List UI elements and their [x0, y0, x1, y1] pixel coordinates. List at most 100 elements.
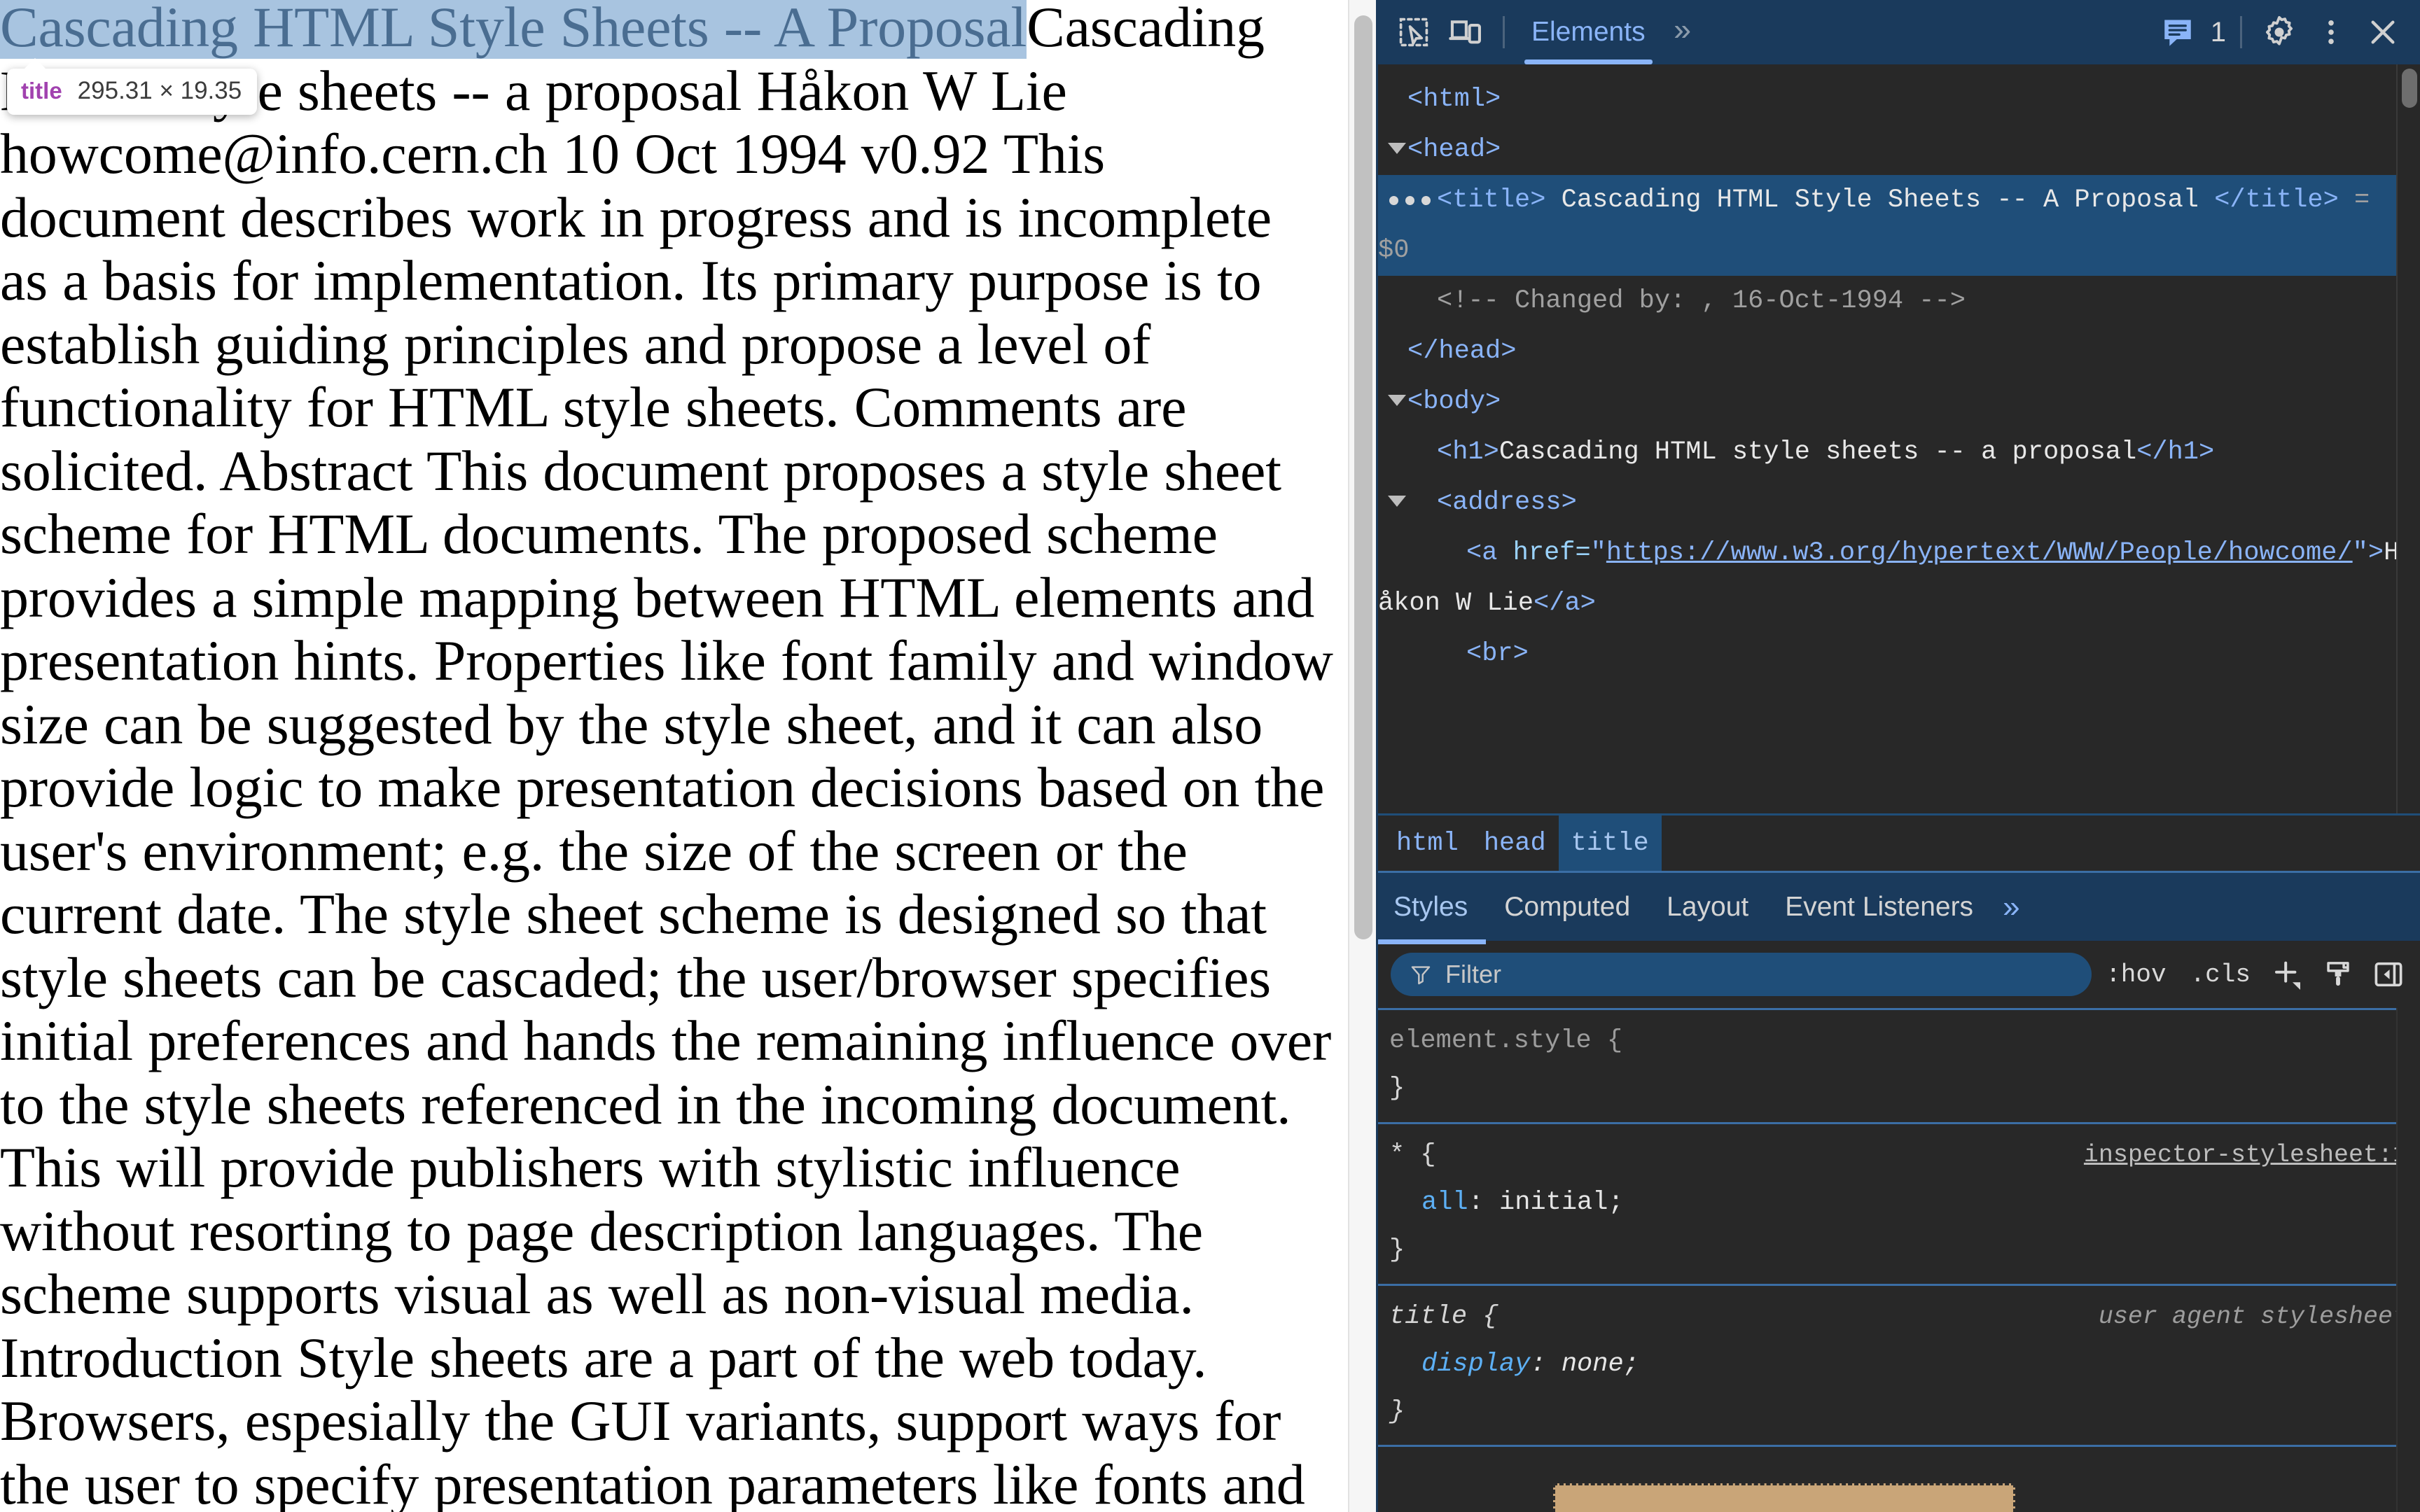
dom-token-tag: " — [1590, 538, 1606, 568]
screen: Cascading HTML Style Sheets -- A Proposa… — [0, 0, 2420, 1512]
dom-node-br-node[interactable]: <br> — [1378, 629, 2420, 679]
inspector-highlight-tooltip: title 295.31 × 19.35 — [7, 58, 258, 115]
filter-funnel-icon — [1409, 962, 1433, 986]
tab-layout[interactable]: Layout — [1648, 872, 1767, 942]
paint-brush-icon[interactable] — [2315, 953, 2361, 996]
tab-elements-label: Elements — [1531, 17, 1646, 47]
tab-elements[interactable]: Elements — [1516, 0, 1661, 64]
css-rule-header: * { inspector-stylesheet:1 — [1378, 1131, 2420, 1179]
more-vertical-icon[interactable] — [2305, 8, 2357, 57]
box-model-section — [1378, 1445, 2420, 1512]
dom-node-h1-node[interactable]: <h1>Cascading HTML style sheets -- a pro… — [1378, 427, 2420, 477]
toolbar-divider-right — [2240, 16, 2242, 48]
console-messages-icon[interactable] — [2152, 8, 2204, 57]
dom-token-comment: <!-- Changed by: , 16-Oct-1994 --> — [1437, 286, 1966, 316]
dom-node-head-close[interactable]: </head> — [1378, 326, 2420, 377]
css-selector[interactable]: title { — [1389, 1293, 1498, 1340]
css-declaration[interactable]: all: initial; — [1378, 1179, 2420, 1226]
tab-styles[interactable]: Styles — [1378, 872, 1487, 944]
breadcrumb-item-title[interactable]: title — [1558, 816, 1662, 871]
dom-token-tag: </head> — [1407, 337, 1517, 366]
filter-placeholder-text: Filter — [1445, 960, 1501, 988]
styles-sidebar-tabs: Styles Computed Layout Event Listeners » — [1378, 871, 2420, 944]
dom-token-tag: <html> — [1407, 85, 1501, 114]
css-property-value[interactable]: : initial; — [1468, 1188, 1624, 1217]
css-rule-header: element.style { — [1378, 1017, 2420, 1065]
css-rule-3[interactable]: title { user agent stylesheet display: non… — [1378, 1284, 2420, 1446]
dom-token-eq: = — [2338, 186, 2386, 215]
gear-icon[interactable] — [2253, 8, 2305, 57]
css-rule-header: title { user agent stylesheet — [1378, 1293, 2420, 1340]
css-rule-origin[interactable]: inspector-stylesheet:1 — [2084, 1131, 2407, 1179]
css-declaration[interactable]: display: none; — [1378, 1340, 2420, 1388]
dom-token-tag: <title> — [1437, 186, 1546, 215]
tab-event-listeners[interactable]: Event Listeners — [1767, 872, 1991, 942]
dom-token-tag: </title> — [2214, 186, 2339, 215]
devtools-panel: Elements » 1 <html> <head> <title> Casca… — [1376, 0, 2420, 1512]
expand-twisty-icon[interactable] — [1388, 496, 1406, 507]
css-rule-1[interactable]: element.style {} — [1378, 1008, 2420, 1122]
css-property-name[interactable]: all — [1421, 1188, 1468, 1217]
dom-token-attrname: href= — [1512, 538, 1591, 568]
tooltip-dimensions: 295.31 × 19.35 — [77, 77, 242, 104]
css-rules-list[interactable]: element.style {} * { inspector-stylesheet:… — [1378, 1008, 2420, 1512]
dom-node-body-open[interactable]: <body> — [1378, 377, 2420, 427]
styles-pane-scrollbar[interactable] — [2396, 1008, 2420, 1512]
page-document-text: Cascading HTML Style Sheets -- A Proposa… — [0, 0, 1339, 1512]
filter-input[interactable]: Filter — [1391, 953, 2092, 996]
inspected-title-highlight: Cascading HTML Style Sheets -- A Proposa… — [0, 0, 1027, 59]
css-rule-origin: user agent stylesheet — [2098, 1303, 2407, 1331]
dom-tree-scrollbar-thumb[interactable] — [2402, 69, 2417, 108]
dom-token-tag: <head> — [1407, 135, 1501, 164]
tab-computed[interactable]: Computed — [1486, 872, 1648, 942]
web-page-viewport: Cascading HTML Style Sheets -- A Proposa… — [0, 0, 1376, 1512]
css-property-name[interactable]: display — [1421, 1350, 1530, 1379]
dom-node-anchor-node[interactable]: <a href="https://www.w3.org/hypertext/WW… — [1378, 528, 2420, 629]
styles-pane-toolbar: Filter :hov .cls — [1378, 941, 2420, 1008]
css-property-value[interactable]: : none; — [1530, 1350, 1639, 1379]
expand-twisty-icon[interactable] — [1388, 143, 1406, 154]
toggle-pseudo-classes-button[interactable]: :hov — [2096, 960, 2176, 989]
toggle-class-editor-button[interactable]: .cls — [2181, 960, 2260, 989]
device-toolbar-icon[interactable] — [1440, 8, 1491, 57]
breadcrumb-item-head[interactable]: head — [1471, 816, 1559, 871]
page-vertical-scrollbar[interactable] — [1348, 0, 1376, 1512]
dom-node-head-open[interactable]: <head> — [1378, 125, 2420, 175]
dom-token-tag: <address> — [1437, 488, 1577, 517]
close-icon[interactable] — [2357, 8, 2409, 57]
content-box-model — [1553, 1483, 2015, 1512]
css-rule-close-brace: } — [1389, 1236, 1405, 1265]
dom-node-title-node[interactable]: <title> Cascading HTML Style Sheets -- A… — [1378, 175, 2420, 276]
dom-tree-view[interactable]: <html> <head> <title> Cascading HTML Style… — [1378, 64, 2420, 813]
dom-tree-scrollbar[interactable] — [2396, 64, 2420, 813]
page-scrollbar-thumb[interactable] — [1354, 15, 1372, 939]
toggle-sidebar-icon[interactable] — [2365, 953, 2412, 996]
breadcrumb-item-html[interactable]: html — [1378, 816, 1471, 871]
dom-token-txt: Cascading HTML style sheets -- a proposa… — [1498, 438, 2137, 467]
dom-token-tag: <a — [1466, 538, 1513, 568]
page-body-text: Cascading HTML style sheets -- a proposa… — [0, 0, 1333, 1512]
dom-token-tag: <body> — [1407, 387, 1501, 416]
dom-node-comment-node[interactable]: <!-- Changed by: , 16-Oct-1994 --> — [1378, 276, 2420, 326]
plus-new-style-rule-icon[interactable] — [2265, 953, 2311, 996]
inspect-element-icon[interactable] — [1388, 8, 1440, 57]
node-badge-dots-icon[interactable] — [1389, 196, 1431, 205]
dom-token-attrval: https://www.w3.org/hypertext/WWW/People/… — [1606, 538, 2353, 568]
css-rule-2[interactable]: * {inspector-stylesheet:1 all: initial;} — [1378, 1122, 2420, 1284]
devtools-main-toolbar: Elements » 1 — [1378, 0, 2420, 64]
dom-token-txt: Cascading HTML Style Sheets -- A Proposa… — [1545, 186, 2215, 215]
dom-token-tag: <br> — [1466, 639, 1529, 668]
css-rule-close-brace: } — [1389, 1074, 1405, 1103]
expand-twisty-icon[interactable] — [1388, 395, 1406, 406]
dom-token-tag: </a> — [1534, 589, 1596, 618]
dom-token-tag: <h1> — [1437, 438, 1499, 467]
dom-node-html-open[interactable]: <html> — [1378, 74, 2420, 125]
css-selector[interactable]: * { — [1389, 1131, 1436, 1179]
css-rule-close-brace: } — [1389, 1397, 1405, 1427]
more-sidebar-tabs-button[interactable]: » — [1991, 890, 2031, 925]
more-panels-button[interactable]: » — [1661, 0, 1704, 64]
dom-node-address-open[interactable]: <address> — [1378, 477, 2420, 528]
dom-token-tag: "> — [2352, 538, 2384, 568]
css-selector[interactable]: element.style { — [1389, 1017, 1622, 1065]
toolbar-divider-left — [1503, 16, 1505, 48]
